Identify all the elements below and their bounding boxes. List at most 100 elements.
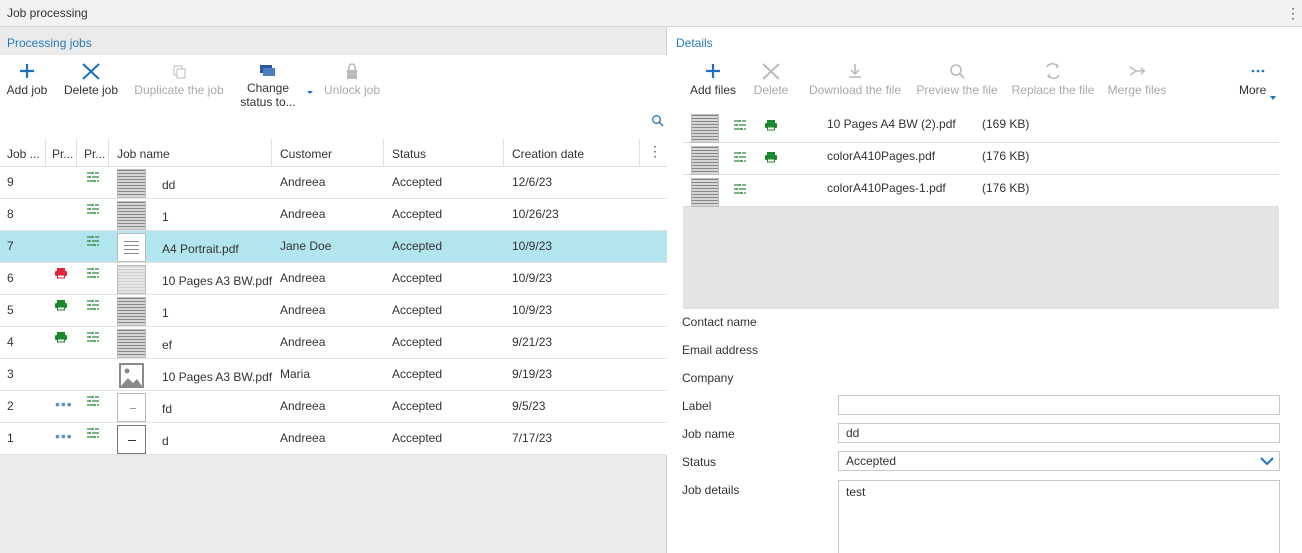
col-processing[interactable]: Pr... [84, 147, 105, 161]
duplicate-icon [130, 55, 228, 83]
job-name-field-label: Job name [682, 427, 735, 441]
jobs-table-body: 9 dd Andreea Accepted 12/6/23 8 1 Andreea Accept… [0, 167, 667, 455]
status-select[interactable]: Accepted [838, 451, 1280, 471]
creation-date: 9/5/23 [512, 399, 546, 413]
details-title: Details [676, 36, 713, 50]
download-file-button[interactable]: Download the file [805, 55, 905, 111]
job-name: A4 Portrait.pdf [162, 242, 239, 256]
more-options-icon[interactable]: ⋮ [1286, 4, 1300, 22]
delete-file-button[interactable]: Delete [749, 55, 793, 111]
creation-date: 10/9/23 [512, 303, 553, 317]
image-placeholder-icon [117, 361, 146, 390]
file-name: colorA410Pages.pdf [827, 149, 936, 163]
file-row[interactable]: colorA410Pages.pdf (176 KB) [683, 143, 1279, 175]
printer-icon [764, 119, 778, 134]
change-status-button[interactable]: Change status to... [238, 55, 298, 111]
table-row[interactable]: 7 A4 Portrait.pdf Jane Doe Accepted 10/9/23 [0, 231, 667, 263]
add-files-label: Add files [689, 83, 737, 97]
customer: Andreea [280, 303, 326, 317]
job-name: 1 [162, 306, 169, 320]
label-input[interactable] [838, 395, 1280, 415]
job-name: d [162, 434, 169, 448]
file-row[interactable]: colorA410Pages-1.pdf (176 KB) [683, 175, 1279, 207]
download-icon [805, 55, 905, 83]
job-thumbnail [117, 329, 146, 358]
replace-file-button[interactable]: Replace the file [1009, 55, 1097, 111]
col-creation-date[interactable]: Creation date [512, 147, 584, 161]
table-row[interactable]: 9 dd Andreea Accepted 12/6/23 [0, 167, 667, 199]
processing-settings-icon [86, 235, 100, 247]
customer: Andreea [280, 431, 326, 445]
search-icon[interactable] [651, 114, 665, 128]
table-row[interactable]: 2 ••• fd Andreea Accepted 9/5/23 [0, 391, 667, 423]
column-divider [383, 139, 384, 167]
processing-settings-icon [86, 203, 100, 215]
download-file-label: Download the file [808, 83, 902, 97]
add-job-button[interactable]: Add job [4, 55, 50, 111]
table-row[interactable]: 6 10 Pages A3 BW.pdf Andreea Accepted 10/9/2… [0, 263, 667, 295]
job-thumbnail [117, 169, 146, 198]
table-row[interactable]: 1 ••• d Andreea Accepted 7/17/23 [0, 423, 667, 455]
job-number: 5 [7, 303, 14, 317]
job-number: 8 [7, 207, 14, 221]
column-options-icon[interactable]: ⋮ [648, 143, 662, 160]
change-status-dropdown[interactable] [304, 55, 316, 111]
processing-jobs-title: Processing jobs [7, 36, 92, 50]
jobs-toolbar: Add job Delete job Duplicate the job Cha… [0, 55, 667, 111]
app-title-bar: Job processing ⋮ [0, 0, 1302, 27]
table-row[interactable]: 5 1 Andreea Accepted 10/9/23 [0, 295, 667, 327]
processing-settings-icon [86, 299, 100, 311]
plus-icon [687, 55, 739, 83]
search-row [0, 111, 667, 131]
details-toolbar: Add files Delete Download the file Previ… [683, 55, 1279, 111]
duplicate-job-button[interactable]: Duplicate the job [130, 55, 228, 111]
column-divider [503, 139, 504, 167]
creation-date: 9/21/23 [512, 335, 553, 349]
status: Accepted [392, 367, 443, 381]
processing-settings-icon [733, 183, 747, 198]
preview-file-button[interactable]: Preview the file [913, 55, 1001, 111]
merge-icon [1105, 55, 1169, 83]
add-files-button[interactable]: Add files [687, 55, 739, 111]
job-name: fd [162, 402, 173, 416]
customer: Maria [280, 367, 311, 381]
creation-date: 9/19/23 [512, 367, 553, 381]
job-thumbnail [117, 297, 146, 326]
col-customer[interactable]: Customer [280, 147, 332, 161]
col-job-name[interactable]: Job name [117, 147, 170, 161]
file-size: (176 KB) [982, 181, 1030, 195]
table-row[interactable]: 8 1 Andreea Accepted 10/26/23 [0, 199, 667, 231]
customer: Andreea [280, 335, 326, 349]
creation-date: 10/9/23 [512, 271, 553, 285]
lock-icon [320, 55, 384, 83]
status: Accepted [392, 303, 443, 317]
duplicate-job-label: Duplicate the job [134, 83, 224, 97]
more-button[interactable]: More [1237, 55, 1279, 111]
job-thumbnail [117, 425, 146, 454]
job-details-textarea[interactable]: test [838, 480, 1280, 553]
job-number: 4 [7, 335, 14, 349]
job-name-input[interactable]: dd [838, 423, 1280, 443]
processing-settings-icon [86, 395, 100, 407]
table-row[interactable]: 4 ef Andreea Accepted 9/21/23 [0, 327, 667, 359]
change-status-label-1: Change [246, 81, 290, 95]
column-divider [45, 139, 46, 167]
col-status[interactable]: Status [392, 147, 426, 161]
caret-down-icon [304, 55, 316, 94]
job-thumbnail [117, 265, 146, 294]
delete-job-button[interactable]: Delete job [60, 55, 122, 111]
table-row[interactable]: 3 10 Pages A3 BW.pdf Maria Accepted 9/19/23 [0, 359, 667, 391]
col-job-number[interactable]: Job ... [7, 147, 40, 161]
details-panel: Details Add files Delete Download the fi… [668, 27, 1302, 553]
label-field-label: Label [682, 399, 712, 413]
col-printer-status[interactable]: Pr... [52, 147, 73, 161]
unlock-job-button[interactable]: Unlock job [320, 55, 384, 111]
in-progress-icon: ••• [55, 428, 73, 444]
file-row[interactable]: 10 Pages A4 BW (2).pdf (169 KB) [683, 111, 1279, 143]
merge-files-button[interactable]: Merge files [1105, 55, 1169, 111]
preview-file-label: Preview the file [916, 83, 998, 97]
more-horizontal-icon [1237, 55, 1279, 83]
customer: Andreea [280, 207, 326, 221]
processing-settings-icon [86, 171, 100, 183]
close-icon [749, 55, 793, 83]
